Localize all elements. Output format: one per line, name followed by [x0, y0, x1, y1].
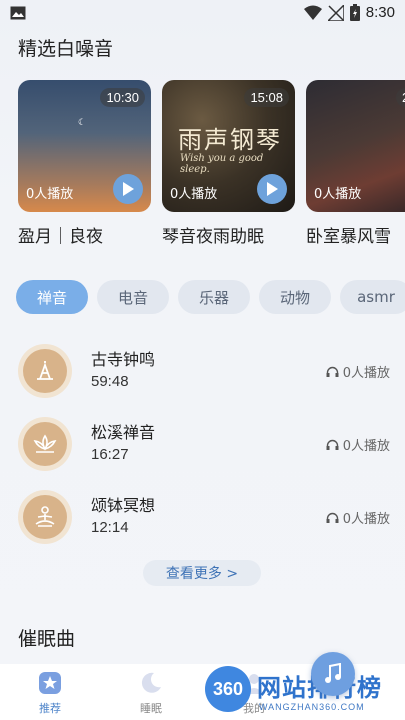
- card-play-count: 0人播放: [314, 187, 362, 202]
- list-item[interactable]: 松溪禅音 16:27 0人播放: [18, 415, 390, 488]
- card-thumbnail[interactable]: 雨声钢琴 Wish you a good sleep. 15:08 0人播放: [162, 80, 295, 212]
- tab-electronic[interactable]: 电音: [97, 280, 169, 314]
- music-note-icon: [325, 663, 341, 683]
- sound-name: 颂钵冥想: [91, 496, 156, 515]
- watermark: 360 网站排行榜 WANGZHAN360.COM: [205, 664, 405, 720]
- star-icon: [39, 672, 61, 694]
- view-more-button[interactable]: 查看更多 >: [143, 560, 261, 586]
- list-item[interactable]: 颂钵冥想 12:14 0人播放: [18, 488, 390, 561]
- play-count-text: 0人播放: [342, 439, 390, 454]
- featured-carousel[interactable]: ☾ 10:30 0人播放 盈月｜良夜 雨声钢琴 Wish you a good …: [18, 80, 405, 250]
- sound-name: 古寺钟鸣: [91, 350, 156, 369]
- moon-icon: [141, 672, 161, 693]
- meditation-icon: [35, 506, 55, 527]
- card-duration: 10:30: [100, 88, 145, 107]
- tab-asmr[interactable]: asmr: [340, 280, 405, 314]
- tab-instrument[interactable]: 乐器: [178, 280, 250, 314]
- play-count-text: 0人播放: [342, 366, 390, 381]
- floating-player-button[interactable]: [311, 652, 355, 696]
- sound-card[interactable]: 雨声钢琴 Wish you a good sleep. 15:08 0人播放 琴…: [162, 80, 295, 247]
- watermark-url: WANGZHAN360.COM: [259, 702, 365, 712]
- moon-icon: ☾: [78, 118, 87, 128]
- card-title[interactable]: 卧室暴风雪: [306, 222, 405, 247]
- watermark-logo: 360: [205, 666, 251, 712]
- sound-card[interactable]: ☾ 10:30 0人播放 盈月｜良夜: [18, 80, 151, 247]
- category-tabs: 禅音 电音 乐器 动物 asmr: [16, 280, 405, 314]
- sound-play-count: 0人播放: [326, 508, 390, 527]
- card-thumbnail[interactable]: ☾ 10:30 0人播放: [18, 80, 151, 212]
- sound-avatar: [18, 417, 72, 471]
- tab-zen[interactable]: 禅音: [16, 280, 88, 314]
- card-title[interactable]: 盈月｜良夜: [18, 222, 151, 247]
- card-play-count: 0人播放: [26, 187, 74, 202]
- card-thumbnail[interactable]: 29 0人播放: [306, 80, 405, 212]
- status-bar: 8:30: [0, 0, 405, 28]
- temple-icon: [37, 361, 53, 380]
- sound-list: 古寺钟鸣 59:48 0人播放 松溪禅音 16:27 0人播放 颂钵冥想 12:…: [18, 342, 390, 561]
- sound-avatar: [18, 490, 72, 544]
- nav-label: 睡眠: [140, 702, 162, 715]
- sound-play-count: 0人播放: [326, 435, 390, 454]
- sound-duration: 59:48: [91, 373, 129, 390]
- card-play-count: 0人播放: [170, 187, 218, 202]
- clock: 8:30: [365, 4, 395, 21]
- headphones-icon: [326, 366, 339, 377]
- headphones-icon: [326, 439, 339, 450]
- nav-label: 推荐: [39, 702, 61, 715]
- play-icon: [267, 182, 278, 196]
- wifi-icon: [303, 5, 322, 20]
- card-art-title: 雨声钢琴: [178, 126, 282, 154]
- card-duration: 15:08: [244, 88, 289, 107]
- section-title-lullaby: 催眠曲: [18, 628, 76, 650]
- list-item[interactable]: 古寺钟鸣 59:48 0人播放: [18, 342, 390, 415]
- section-title-featured: 精选白噪音: [18, 38, 114, 60]
- sound-play-count: 0人播放: [326, 362, 390, 381]
- battery-icon: [349, 4, 360, 21]
- sound-card[interactable]: 29 0人播放 卧室暴风雪: [306, 80, 405, 247]
- play-button[interactable]: [257, 174, 287, 204]
- nav-recommend[interactable]: 推荐: [20, 670, 80, 716]
- sound-duration: 12:14: [91, 519, 129, 536]
- tab-animal[interactable]: 动物: [259, 280, 331, 314]
- image-notification-icon: [10, 6, 26, 20]
- card-art-subtitle: Wish you a good sleep.: [180, 153, 264, 175]
- sound-duration: 16:27: [91, 446, 129, 463]
- play-count-text: 0人播放: [342, 512, 390, 527]
- headphones-icon: [326, 512, 339, 523]
- lotus-icon: [33, 434, 57, 453]
- sound-avatar: [18, 344, 72, 398]
- card-title[interactable]: 琴音夜雨助眠: [162, 222, 295, 247]
- play-button[interactable]: [113, 174, 143, 204]
- no-signal-icon: [327, 4, 344, 21]
- nav-sleep[interactable]: 睡眠: [121, 670, 181, 716]
- play-icon: [123, 182, 134, 196]
- sound-name: 松溪禅音: [91, 423, 156, 442]
- card-duration: 29: [396, 88, 405, 107]
